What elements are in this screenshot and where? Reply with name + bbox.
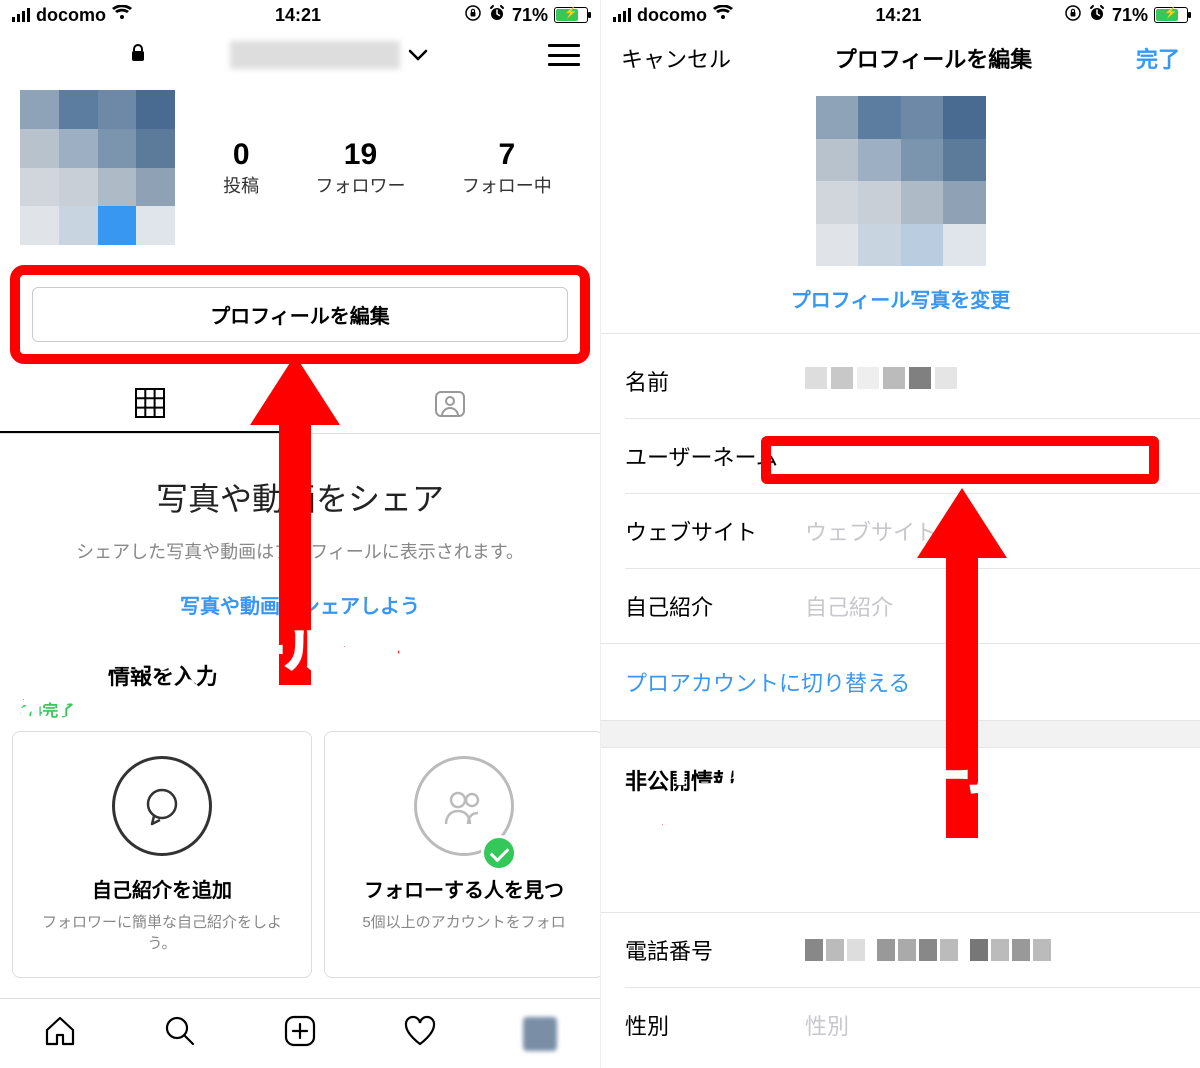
phone-row[interactable]: 電話番号 [601, 913, 1200, 987]
lock-icon [130, 44, 146, 67]
battery-pct: 71% [512, 5, 548, 26]
following-count: 7 [462, 138, 552, 172]
followers-label: フォロワー [315, 172, 405, 198]
name-row[interactable]: 名前 [601, 344, 1200, 418]
tagged-icon [433, 389, 467, 419]
checkmark-icon [481, 835, 517, 871]
username-highlight [761, 436, 1159, 484]
following-stat[interactable]: 7 フォロー中 [462, 138, 552, 198]
profile-screen: docomo 14:21 71% ⚡ [0, 0, 600, 1068]
profile-header [0, 30, 600, 80]
clock: 14:21 [275, 5, 321, 26]
edit-profile-highlight: プロフィールを編集 [10, 265, 590, 364]
change-photo-link[interactable]: プロフィール写真を変更 [791, 290, 1011, 312]
edit-profile-screen: docomo 14:21 71% ⚡ キャンセル プロフィールを編集 完了 [600, 0, 1200, 1068]
posts-count: 0 [223, 138, 259, 172]
name-label: 名前 [625, 365, 805, 397]
profile-photo[interactable] [816, 96, 986, 266]
card-title: 自己紹介を追加 [29, 874, 295, 903]
annotation-text: 「ユーザーネーム」 をタップ [649, 750, 1061, 856]
card-subtitle: 5個以上のアカウントをフォロ [341, 911, 587, 932]
grid-icon [135, 388, 165, 418]
edit-profile-button[interactable]: プロフィールを編集 [32, 287, 568, 342]
activity-icon[interactable] [403, 1014, 437, 1053]
gender-row[interactable]: 性別 性別 [601, 988, 1200, 1062]
status-bar: docomo 14:21 71% ⚡ [0, 0, 600, 30]
battery-icon: ⚡ [1154, 7, 1188, 23]
following-label: フォロー中 [462, 172, 552, 198]
profile-stats-row: 0 投稿 19 フォロワー 7 フォロー中 [0, 80, 600, 245]
hamburger-menu-icon[interactable] [548, 44, 580, 66]
carrier-label: docomo [637, 5, 707, 26]
profile-photo-section: プロフィール写真を変更 [601, 86, 1200, 333]
tagged-tab[interactable] [300, 374, 600, 433]
website-label: ウェブサイト [625, 515, 805, 547]
phone-field[interactable] [805, 939, 1176, 961]
signal-icon [12, 8, 30, 22]
bottom-nav [0, 998, 600, 1068]
profile-nav-icon[interactable] [523, 1017, 557, 1051]
gender-label: 性別 [625, 1009, 805, 1041]
find-people-card[interactable]: フォローする人を見つ 5個以上のアカウントをフォロ [324, 731, 600, 978]
chevron-down-icon[interactable] [408, 44, 428, 67]
alarm-icon [488, 4, 506, 27]
alarm-icon [1088, 4, 1106, 27]
edit-header: キャンセル プロフィールを編集 完了 [601, 30, 1200, 86]
header-title: プロフィールを編集 [835, 42, 1033, 74]
status-bar: docomo 14:21 71% ⚡ [601, 0, 1200, 30]
gender-field[interactable]: 性別 [805, 1009, 1176, 1041]
rotation-lock-icon [464, 4, 482, 27]
signal-icon [613, 8, 631, 22]
posts-stat[interactable]: 0 投稿 [223, 138, 259, 198]
followers-stat[interactable]: 19 フォロワー [315, 138, 405, 198]
suggestion-cards: 自己紹介を追加 フォロワーに簡単な自己紹介をしよう。 フォローする人を見つ 5個… [0, 731, 600, 978]
battery-pct: 71% [1112, 5, 1148, 26]
bio-label: 自己紹介 [625, 590, 805, 622]
clock: 14:21 [875, 5, 921, 26]
profile-avatar[interactable] [20, 90, 175, 245]
website-row[interactable]: ウェブサイト ウェブサイト [601, 494, 1200, 568]
switch-pro-link[interactable]: プロアカウントに切り替える [601, 644, 1200, 720]
posts-label: 投稿 [223, 172, 259, 198]
card-subtitle: フォロワーに簡単な自己紹介をしよう。 [29, 911, 295, 953]
home-icon[interactable] [43, 1014, 77, 1053]
wifi-icon [713, 5, 733, 26]
followers-count: 19 [315, 138, 405, 172]
bio-row[interactable]: 自己紹介 自己紹介 [601, 569, 1200, 643]
username-display[interactable] [230, 41, 400, 69]
card-title: フォローする人を見つ [341, 874, 587, 903]
wifi-icon [112, 5, 132, 26]
cancel-button[interactable]: キャンセル [621, 42, 731, 74]
battery-icon: ⚡ [554, 7, 588, 23]
add-post-icon[interactable] [283, 1014, 317, 1053]
done-button[interactable]: 完了 [1136, 42, 1180, 74]
search-icon[interactable] [163, 1014, 197, 1053]
name-field[interactable] [805, 367, 1176, 395]
carrier-label: docomo [36, 5, 106, 26]
chat-bubble-icon [112, 756, 212, 856]
rotation-lock-icon [1064, 4, 1082, 27]
add-bio-card[interactable]: 自己紹介を追加 フォロワーに簡単な自己紹介をしよう。 [12, 731, 312, 978]
annotation-text: 「プロフィールを編集」 をタップ [10, 625, 515, 731]
phone-label: 電話番号 [625, 934, 805, 966]
